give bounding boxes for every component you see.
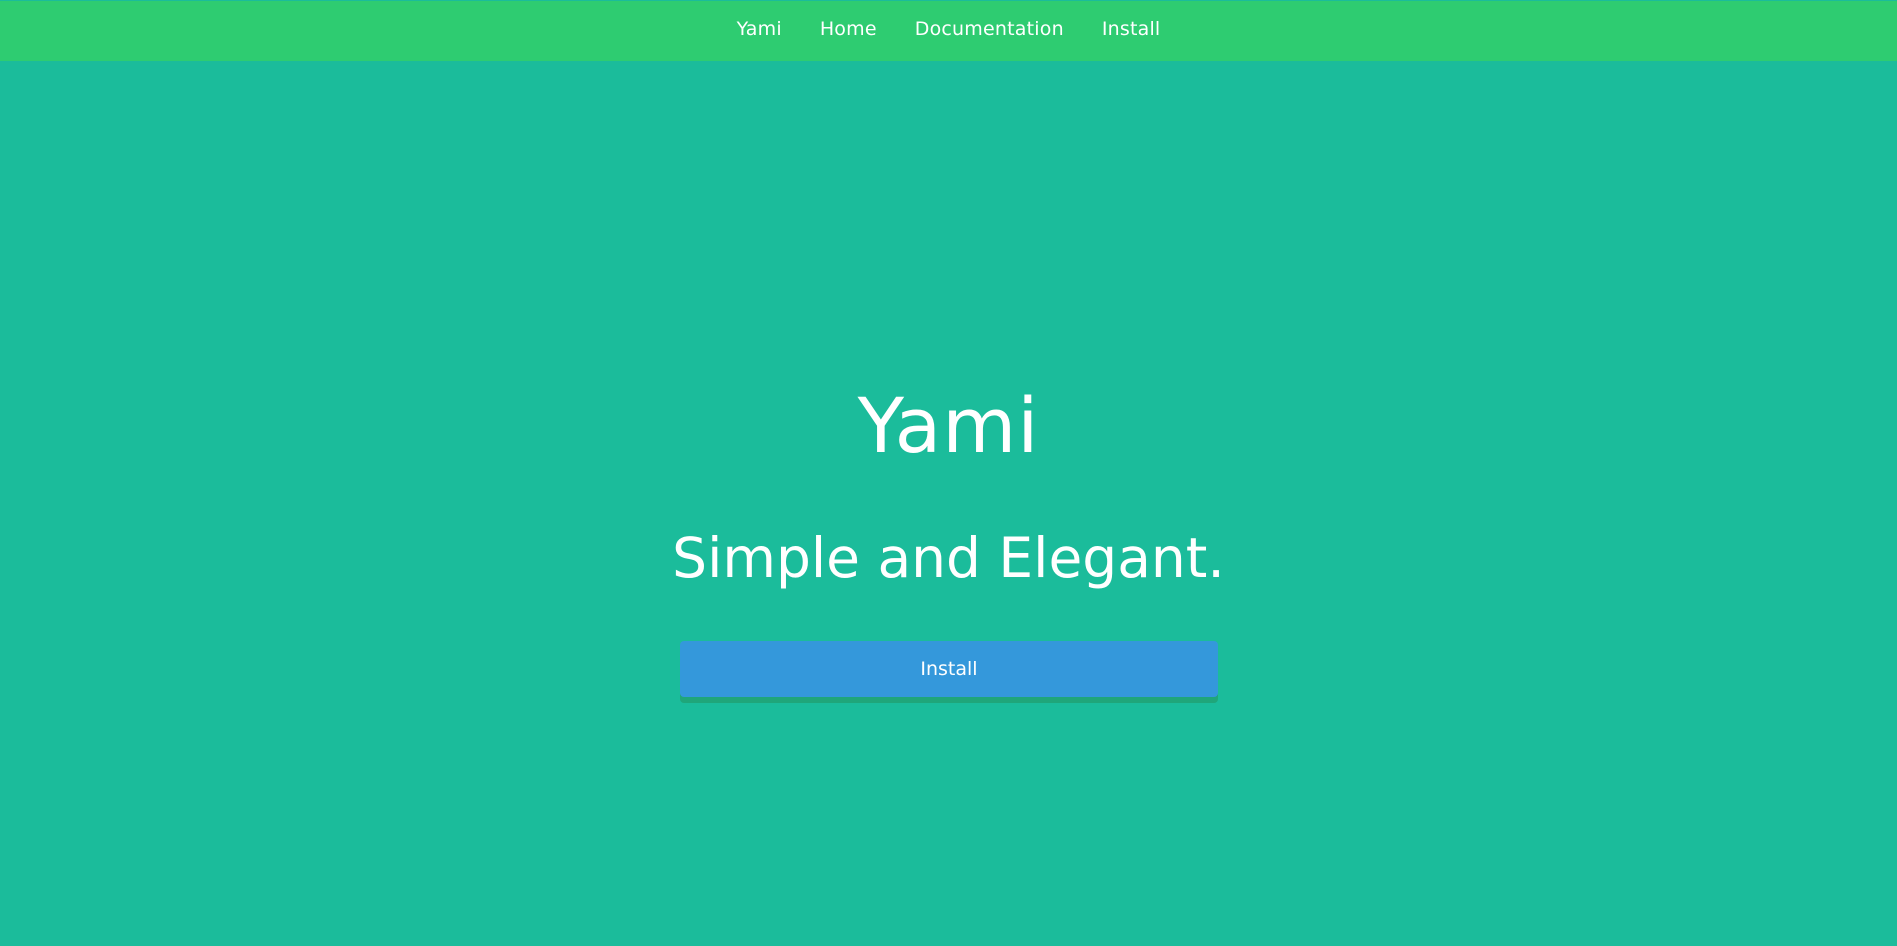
install-button[interactable]: Install	[680, 641, 1218, 697]
top-navbar: Yami Home Documentation Install	[0, 1, 1897, 61]
nav-item-home[interactable]: Home	[820, 18, 877, 40]
nav-item-yami[interactable]: Yami	[737, 18, 782, 40]
hero-tagline: Simple and Elegant.	[672, 526, 1225, 590]
nav-item-documentation[interactable]: Documentation	[915, 18, 1064, 40]
nav-item-install[interactable]: Install	[1102, 18, 1161, 40]
hero-title: Yami	[857, 381, 1040, 470]
